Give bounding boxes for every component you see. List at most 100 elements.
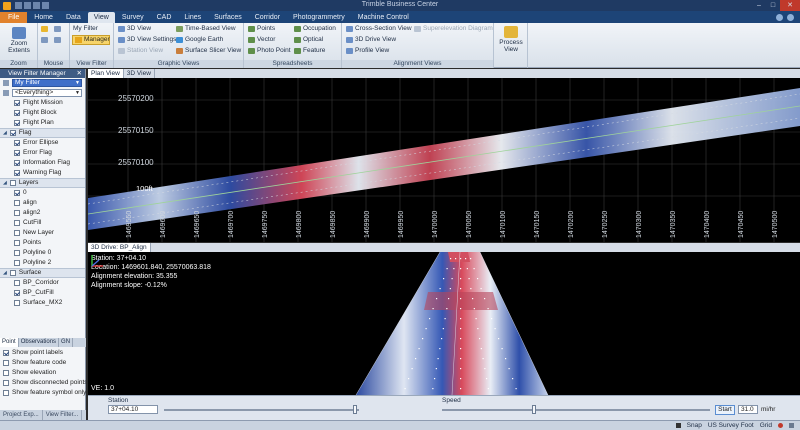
feature-spreadsheet-button[interactable]: Feature [294, 47, 325, 54]
filter-item-layer-align2[interactable]: align2 [0, 208, 85, 218]
tab-view-filter[interactable]: View Filter... [43, 410, 83, 420]
optical-spreadsheet-button[interactable]: Optical [294, 36, 323, 43]
drive-view-canvas[interactable]: Station: 37+04.10 Location: 1469601.840,… [88, 252, 800, 395]
process-view-button[interactable]: Process View [496, 26, 526, 53]
checkbox[interactable] [14, 170, 20, 176]
superelevation-diagram-button[interactable]: Superelevation Diagram [414, 25, 493, 32]
option-show-feature-code[interactable]: Show feature code [0, 358, 86, 368]
tab-observations[interactable]: Observations [19, 338, 60, 347]
checkbox[interactable] [14, 120, 20, 126]
filter-item-layer-points[interactable]: Points [0, 238, 85, 248]
filter-item-layer-new-layer[interactable]: New Layer [0, 228, 85, 238]
tab-home[interactable]: Home [28, 12, 59, 23]
checkbox[interactable] [3, 380, 9, 386]
checkbox[interactable] [14, 300, 20, 306]
checkbox[interactable] [14, 190, 20, 196]
tab-3d-view[interactable]: 3D View [124, 69, 155, 78]
my-filter-select[interactable]: My Filter [73, 25, 98, 32]
checkbox[interactable] [14, 290, 20, 296]
points-spreadsheet-button[interactable]: Points [248, 25, 275, 32]
checkbox[interactable] [9, 180, 16, 186]
tab-project-explorer[interactable]: Project Exp... [0, 410, 43, 420]
tab-lines[interactable]: Lines [178, 12, 207, 23]
tab-surfaces[interactable]: Surfaces [208, 12, 248, 23]
checkbox[interactable] [14, 200, 20, 206]
filter-item-surface-mx2[interactable]: Surface_MX2 [0, 298, 85, 308]
grid-indicator[interactable]: Grid [760, 421, 772, 430]
filter-item-information-flag[interactable]: Information Flag [0, 158, 85, 168]
checkbox[interactable] [14, 150, 20, 156]
section-flag[interactable]: ◢ Flag [0, 128, 85, 138]
google-earth-button[interactable]: Google Earth [176, 36, 223, 43]
tab-photogrammetry[interactable]: Photogrammetry [287, 12, 351, 23]
close-panel-icon[interactable]: ✕ [77, 69, 82, 78]
manager-button[interactable]: Manager [72, 35, 110, 45]
tab-survey[interactable]: Survey [116, 12, 150, 23]
help-icon[interactable] [787, 13, 794, 21]
checkbox[interactable] [14, 110, 20, 116]
zoom-extents-button[interactable]: Zoom Extents [2, 27, 36, 54]
option-show-point-labels[interactable]: Show point labels [0, 348, 86, 358]
station-input[interactable]: 37+04.10 [108, 405, 158, 414]
tab-view[interactable]: View [87, 12, 115, 23]
filter-item-layer-polyline-2[interactable]: Polyline 2 [0, 258, 85, 268]
photo-point-spreadsheet-button[interactable]: Photo Point [248, 47, 291, 54]
snap-toggle[interactable]: Snap [687, 421, 702, 430]
filter-item-flight-plan[interactable]: Flight Plan [0, 118, 85, 128]
filter-item-flight-mission[interactable]: Flight Mission [0, 98, 85, 108]
orbit-tool[interactable] [54, 37, 61, 43]
option-show-elevation[interactable]: Show elevation [0, 368, 86, 378]
filter-item-error-flag[interactable]: Error Flag [0, 148, 85, 158]
filter-item-layer-cutfill[interactable]: CutFill [0, 218, 85, 228]
speed-slider-track[interactable] [442, 409, 710, 411]
tab-file[interactable]: File [0, 12, 28, 23]
checkbox[interactable] [3, 370, 9, 376]
station-slider-track[interactable] [164, 409, 359, 411]
speed-input[interactable]: 31.0 [738, 405, 758, 414]
plan-view-canvas[interactable]: 1469550 1469600 1469650 1469700 1469750 14698… [88, 78, 800, 242]
checkbox[interactable] [14, 100, 20, 106]
checkbox[interactable] [14, 240, 20, 246]
tab-plan-view[interactable]: Plan View [88, 69, 124, 78]
3d-view-button[interactable]: 3D View [118, 25, 151, 32]
cross-section-view-button[interactable]: Cross-Section View [346, 25, 412, 32]
filter-item-flight-block[interactable]: Flight Block [0, 108, 85, 118]
filter-item-layer-0[interactable]: 0 [0, 188, 85, 198]
vector-spreadsheet-button[interactable]: Vector [248, 36, 275, 43]
option-show-feature-symbol-only[interactable]: Show feature symbol only [0, 388, 86, 398]
tab-machine-control[interactable]: Machine Control [352, 12, 415, 23]
station-slider-thumb[interactable] [353, 405, 357, 414]
zoom-tool[interactable] [41, 37, 48, 43]
filter-item-surface-bp-corridor[interactable]: BP_Corridor [0, 278, 85, 288]
option-show-disconnected-points[interactable]: Show disconnected points [0, 378, 86, 388]
everything-select[interactable]: <Everything> ▼ [12, 89, 82, 97]
checkbox[interactable] [14, 280, 20, 286]
settings-icon[interactable] [789, 423, 794, 428]
occupation-spreadsheet-button[interactable]: Occupation [294, 25, 336, 32]
checkbox[interactable] [14, 140, 20, 146]
filter-item-warning-flag[interactable]: Warning Flag [0, 168, 85, 178]
filter-select[interactable]: My Filter ▼ [12, 79, 82, 87]
select-tool[interactable] [41, 26, 48, 32]
3d-drive-view-button[interactable]: 3D Drive View [346, 36, 396, 43]
checkbox[interactable] [14, 250, 20, 256]
speed-slider-thumb[interactable] [532, 405, 536, 414]
filter-item-surface-bp-cutfill[interactable]: BP_CutFill [0, 288, 85, 298]
minimize-ribbon-icon[interactable] [776, 13, 783, 21]
pan-tool[interactable] [54, 26, 61, 32]
section-surface[interactable]: ◢ Surface [0, 268, 85, 278]
surface-slicer-view-button[interactable]: Surface Slicer View [176, 47, 241, 54]
checkbox[interactable] [14, 220, 20, 226]
checkbox[interactable] [14, 210, 20, 216]
profile-view-button[interactable]: Profile View [346, 47, 389, 54]
tab-cad[interactable]: CAD [151, 12, 178, 23]
checkbox[interactable] [9, 130, 16, 136]
tab-gnss[interactable]: GN [59, 338, 74, 347]
checkbox[interactable] [14, 230, 20, 236]
checkbox[interactable] [3, 350, 9, 356]
station-view-button[interactable]: Station View [118, 47, 163, 54]
start-button[interactable]: Start [715, 405, 735, 415]
checkbox[interactable] [9, 270, 16, 276]
time-based-view-button[interactable]: Time-Based View [176, 25, 236, 32]
filter-item-layer-align[interactable]: align [0, 198, 85, 208]
